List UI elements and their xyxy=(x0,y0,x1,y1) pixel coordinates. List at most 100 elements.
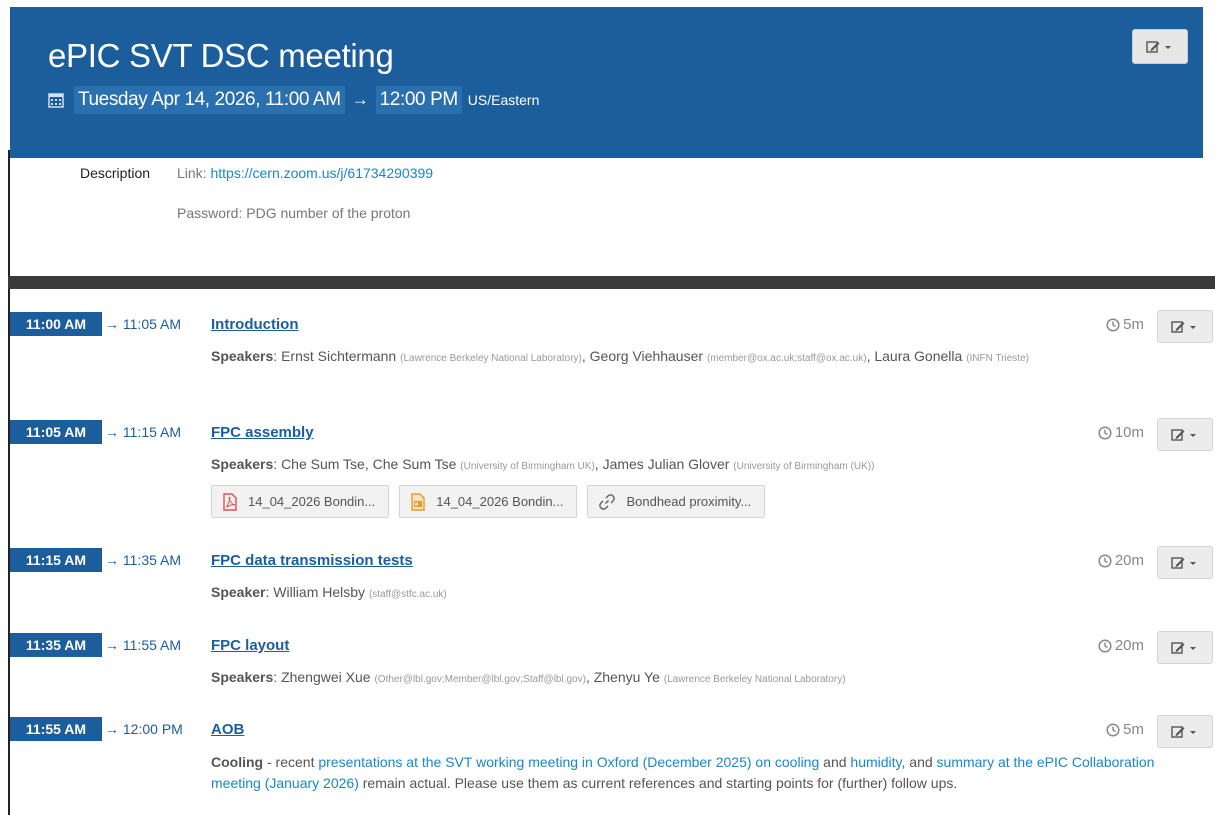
description-label: Description xyxy=(80,165,151,181)
edit-icon xyxy=(1171,428,1196,441)
speaker-affiliation: (staff@stfc.ac.uk) xyxy=(368,589,447,600)
entry-start-time: 11:35 AM xyxy=(10,633,102,657)
entry-speakers: Speakers: Che Sum Tse, Che Sum Tse (Univ… xyxy=(211,456,875,472)
event-timezone: US/Eastern xyxy=(467,92,540,108)
entry-title[interactable]: AOB xyxy=(211,721,244,738)
clock-icon xyxy=(1106,317,1120,332)
clock-icon xyxy=(1098,553,1112,568)
attachment-label: Bondhead proximity... xyxy=(626,494,752,509)
entry-start-time: 11:05 AM xyxy=(10,420,102,444)
event-header: ePIC SVT DSC meeting Tuesday Apr 14, 202… xyxy=(10,7,1203,158)
entry-title[interactable]: FPC assembly xyxy=(211,424,314,441)
entry-edit-button[interactable] xyxy=(1157,546,1213,579)
entry-duration: 5m xyxy=(1106,316,1144,333)
attachment-link[interactable]: Bondhead proximity... xyxy=(587,485,766,518)
entry-start-time: 11:15 AM xyxy=(10,548,102,572)
entry-title[interactable]: FPC data transmission tests xyxy=(211,552,413,569)
speaker-affiliation: (Lawrence Berkeley National Laboratory) xyxy=(663,674,846,685)
duration-value: 5m xyxy=(1123,721,1144,738)
speaker-name: Che Sum Tse xyxy=(372,456,457,472)
entry-edit-button[interactable] xyxy=(1157,418,1213,451)
aob-text: remain actual. Please use them as curren… xyxy=(358,775,958,791)
clock-icon xyxy=(1098,425,1112,440)
edit-icon xyxy=(1171,556,1196,569)
entry-duration: 20m xyxy=(1098,552,1144,569)
oxford-presentations-link[interactable]: presentations at the SVT working meeting… xyxy=(318,754,819,770)
speaker-affiliation: (member@ox.ac.uk;staff@ox.ac.uk) xyxy=(706,353,867,364)
duration-value: 5m xyxy=(1123,316,1144,333)
speaker-affiliation: (Other@lbl.gov;Member@lbl.gov;Staff@lbl.… xyxy=(374,674,586,685)
entry-start-time: 11:55 AM xyxy=(10,717,102,741)
entry-edit-button[interactable] xyxy=(1157,631,1213,664)
entry-start-time: 11:00 AM xyxy=(10,312,102,336)
speakers-label: Speakers xyxy=(211,669,274,685)
entry-title[interactable]: FPC layout xyxy=(211,637,289,654)
speaker-affiliation: (Lawrence Berkeley National Laboratory) xyxy=(400,353,582,364)
edit-icon xyxy=(1171,320,1196,333)
event-title: ePIC SVT DSC meeting xyxy=(48,37,394,74)
description-link-line: Link: https://cern.zoom.us/j/61734290399 xyxy=(177,165,433,181)
aob-description: Cooling - recent presentations at the SV… xyxy=(211,752,1181,794)
entry-duration: 5m xyxy=(1106,721,1144,738)
pdf-file-icon xyxy=(223,492,237,511)
humidity-link[interactable]: humidity xyxy=(850,754,901,770)
entry-speakers: Speakers: Ernst Sichtermann (Lawrence Be… xyxy=(211,348,1029,364)
presentation-file-icon xyxy=(411,492,425,511)
speaker-name: William Helsby xyxy=(273,584,366,600)
entry-end-time: → 11:05 AM xyxy=(105,316,182,332)
aob-text: - recent xyxy=(263,754,319,770)
duration-value: 20m xyxy=(1114,637,1144,654)
entry-edit-button[interactable] xyxy=(1157,310,1213,343)
speaker-affiliation: (INFN Trieste) xyxy=(966,353,1029,364)
arrow: → xyxy=(351,90,369,109)
edit-icon xyxy=(1171,725,1196,738)
entry-end-time: → 11:15 AM xyxy=(105,424,182,440)
event-start: Tuesday Apr 14, 2026, 11:00 AM xyxy=(74,86,345,114)
attachments: 14_04_2026 Bondin... 14_04_2026 Bondin..… xyxy=(211,485,766,518)
speakers-label: Speakers xyxy=(211,348,274,364)
speaker-affiliation: (University of Birmingham (UK)) xyxy=(733,461,875,472)
entry-end-time: → 11:55 AM xyxy=(105,637,182,653)
speaker-affiliation: (University of Birmingham UK) xyxy=(460,461,595,472)
link-icon xyxy=(599,493,616,510)
entry-duration: 10m xyxy=(1098,424,1144,441)
link-prefix: Link: xyxy=(177,165,211,181)
entry-speakers: Speaker: William Helsby (staff@stfc.ac.u… xyxy=(211,584,447,600)
event-date-row: Tuesday Apr 14, 2026, 11:00 AM → 12:00 P… xyxy=(48,86,539,114)
entry-speakers: Speakers: Zhengwei Xue (Other@lbl.gov;Me… xyxy=(211,669,846,685)
attachment-label: 14_04_2026 Bondin... xyxy=(248,494,376,509)
speaker-name: James Julian Glover xyxy=(602,456,730,472)
event-edit-button[interactable] xyxy=(1132,29,1188,64)
attachment-pdf[interactable]: 14_04_2026 Bondin... xyxy=(211,485,390,518)
entry-title[interactable]: Introduction xyxy=(211,316,298,333)
attachment-presentation[interactable]: 14_04_2026 Bondin... xyxy=(399,485,578,518)
description-password: Password: PDG number of the proton xyxy=(177,205,411,221)
left-border xyxy=(8,150,10,815)
speaker-name: Che Sum Tse xyxy=(281,456,365,472)
edit-icon xyxy=(1146,40,1171,53)
aob-text: and xyxy=(819,754,851,770)
clock-icon xyxy=(1098,638,1112,653)
speakers-label: Speaker xyxy=(211,584,266,600)
speaker-name: Zhengwei Xue xyxy=(281,669,371,685)
speakers-label: Speakers xyxy=(211,456,274,472)
duration-value: 10m xyxy=(1114,424,1144,441)
speaker-name: Laura Gonella xyxy=(874,348,963,364)
aob-text: , and xyxy=(901,754,937,770)
edit-icon xyxy=(1171,641,1196,654)
duration-value: 20m xyxy=(1114,552,1144,569)
speaker-name: Ernst Sichtermann xyxy=(281,348,397,364)
entry-duration: 20m xyxy=(1098,637,1144,654)
clock-icon xyxy=(1106,722,1120,737)
speaker-name: Zhenyu Ye xyxy=(593,669,660,685)
speaker-name: Georg Viehhauser xyxy=(589,348,704,364)
timetable-divider xyxy=(8,276,1215,289)
entry-end-time: → 12:00 PM xyxy=(105,721,183,737)
entry-edit-button[interactable] xyxy=(1157,715,1213,748)
calendar-icon xyxy=(48,92,64,108)
aob-bold: Cooling xyxy=(211,754,264,770)
attachment-label: 14_04_2026 Bondin... xyxy=(436,494,564,509)
entry-end-time: → 11:35 AM xyxy=(105,552,182,568)
zoom-link[interactable]: https://cern.zoom.us/j/61734290399 xyxy=(210,165,433,181)
event-end: 12:00 PM xyxy=(375,86,462,114)
